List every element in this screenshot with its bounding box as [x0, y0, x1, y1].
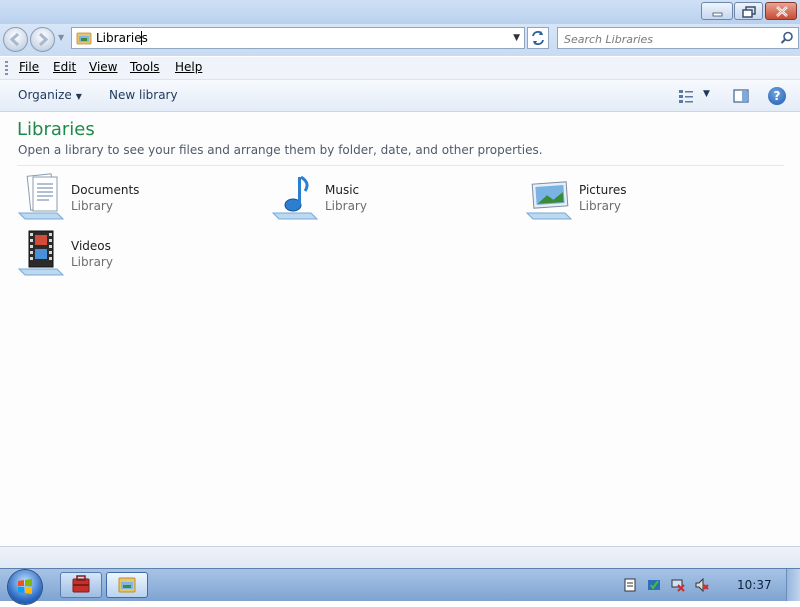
search-icon[interactable]	[780, 31, 794, 45]
restore-button[interactable]	[734, 2, 763, 20]
videos-library-icon	[17, 230, 65, 276]
menu-bar: File Edit View Tools Help	[0, 57, 800, 80]
network-icon[interactable]	[671, 578, 685, 592]
library-name: Music	[325, 183, 360, 197]
organize-button[interactable]: Organize ▼	[18, 88, 82, 102]
text-caret	[141, 31, 142, 45]
windows-logo-icon	[18, 579, 32, 594]
view-options-dropdown[interactable]: ▼	[703, 89, 710, 99]
library-type: Library	[325, 199, 367, 213]
address-row: ▼ Libraries ▼	[0, 24, 800, 56]
library-pictures[interactable]: Pictures Library	[525, 173, 745, 225]
libraries-folder-icon	[76, 32, 92, 45]
details-pane	[0, 546, 800, 569]
library-name: Documents	[71, 183, 140, 197]
command-bar: Organize ▼ New library ▼ ?	[0, 80, 800, 112]
recent-pages-dropdown[interactable]: ▼	[58, 33, 68, 45]
library-type: Library	[579, 199, 621, 213]
menu-grip	[5, 61, 8, 75]
menu-tools[interactable]: Tools	[130, 60, 160, 74]
pictures-library-icon	[525, 181, 573, 220]
divider	[17, 165, 784, 166]
close-button[interactable]	[765, 2, 797, 20]
taskbar-app-button[interactable]	[60, 572, 102, 598]
title-bar	[0, 0, 800, 24]
help-icon[interactable]: ?	[768, 87, 786, 105]
search-box[interactable]	[557, 27, 799, 49]
refresh-button[interactable]	[527, 27, 549, 49]
address-bar[interactable]: Libraries ▼	[71, 27, 525, 49]
change-view-icon[interactable]	[678, 88, 694, 104]
search-input[interactable]	[562, 30, 776, 48]
action-center-icon[interactable]	[623, 578, 637, 592]
library-type: Library	[71, 199, 113, 213]
clock[interactable]: 10:37	[737, 578, 772, 592]
toolbox-icon	[72, 575, 90, 593]
taskbar: 10:37	[0, 568, 800, 604]
volume-muted-icon[interactable]	[695, 578, 709, 592]
library-name: Videos	[71, 239, 111, 253]
minimize-button[interactable]	[701, 2, 733, 20]
system-tray	[614, 569, 800, 601]
new-library-button[interactable]: New library	[109, 88, 178, 102]
back-button[interactable]	[3, 27, 28, 52]
library-type: Library	[71, 255, 113, 269]
page-subtitle: Open a library to see your files and arr…	[18, 143, 543, 157]
menu-help[interactable]: Help	[175, 60, 202, 74]
taskbar-explorer-button[interactable]	[106, 572, 148, 598]
show-desktop-button[interactable]	[786, 569, 800, 601]
preview-pane-icon[interactable]	[733, 88, 749, 104]
organize-label: Organize	[18, 88, 72, 102]
menu-file[interactable]: File	[19, 60, 39, 74]
new-library-label: New library	[109, 88, 178, 102]
library-videos[interactable]: Videos Library	[17, 229, 237, 281]
music-library-icon	[271, 175, 319, 220]
documents-library-icon	[17, 173, 65, 220]
security-shield-icon[interactable]	[647, 578, 661, 592]
library-documents[interactable]: Documents Library	[17, 173, 237, 225]
forward-button[interactable]	[30, 27, 55, 52]
menu-edit[interactable]: Edit	[53, 60, 76, 74]
chevron-down-icon: ▼	[75, 92, 82, 101]
address-history-dropdown[interactable]: ▼	[513, 33, 520, 43]
content-pane: Libraries Open a library to see your fil…	[0, 112, 800, 546]
libraries-folder-icon	[118, 577, 136, 593]
library-music[interactable]: Music Library	[271, 173, 491, 225]
library-name: Pictures	[579, 183, 627, 197]
menu-view[interactable]: View	[89, 60, 117, 74]
start-button[interactable]	[8, 570, 42, 604]
page-title: Libraries	[17, 119, 95, 140]
